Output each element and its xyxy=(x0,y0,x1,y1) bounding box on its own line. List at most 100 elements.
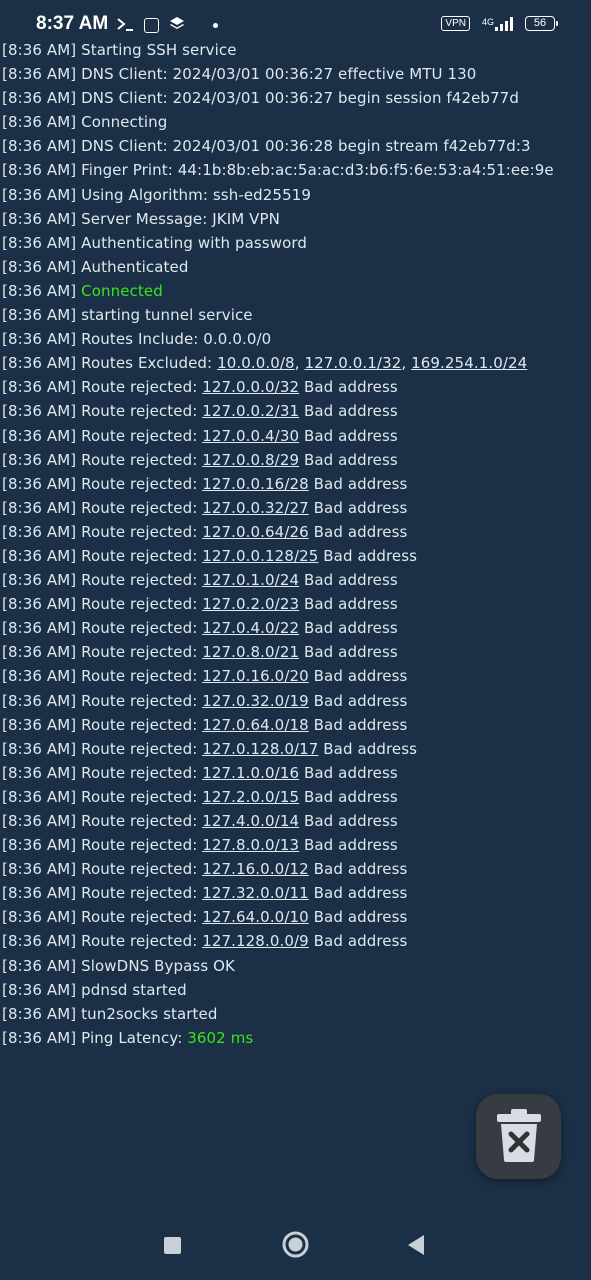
log-message: Route rejected: xyxy=(81,522,203,541)
log-message: Route rejected: xyxy=(81,643,203,662)
status-icons-left xyxy=(116,16,218,35)
log-timestamp: [8:36 AM] xyxy=(2,137,82,156)
log-line: [8:36 AM] Route rejected: 127.32.0.0/11 … xyxy=(2,881,591,905)
log-status: Bad address xyxy=(308,522,408,541)
log-line: [8:36 AM] DNS Client: 2024/03/01 00:36:2… xyxy=(2,86,591,110)
log-message: Route rejected: xyxy=(81,884,203,903)
log-message: DNS Client: 2024/03/01 00:36:27 effectiv… xyxy=(81,65,477,84)
log-status: Bad address xyxy=(308,474,408,493)
log-line: [8:36 AM] pdnsd started xyxy=(2,978,591,1002)
app-notification-icon xyxy=(144,18,159,33)
route-address: 127.0.0.0/32 xyxy=(202,378,300,397)
log-line: [8:36 AM] Authenticated xyxy=(2,255,591,279)
recents-square-icon[interactable] xyxy=(163,1236,182,1259)
log-status: Bad address xyxy=(299,643,398,662)
log-line: [8:36 AM] Authenticating with password xyxy=(2,231,591,255)
log-line: [8:36 AM] SlowDNS Bypass OK xyxy=(2,954,591,978)
log-message: Route rejected: xyxy=(81,860,203,879)
log-timestamp: [8:36 AM] xyxy=(2,378,82,397)
log-timestamp: [8:36 AM] xyxy=(2,836,82,855)
route-address: 169.254.1.0/24 xyxy=(411,354,528,373)
log-timestamp: [8:36 AM] xyxy=(2,715,82,734)
log-status: Bad address xyxy=(318,546,418,565)
log-message: Route rejected: xyxy=(81,715,203,734)
log-line: [8:36 AM] Route rejected: 127.0.32.0/19 … xyxy=(2,689,591,713)
log-timestamp: [8:36 AM] xyxy=(2,185,82,204)
log-message: Route rejected: xyxy=(81,378,203,397)
log-line: [8:36 AM] Finger Print: 44:1b:8b:eb:ac:5… xyxy=(2,158,591,182)
route-address: 127.0.16.0/20 xyxy=(202,667,309,686)
home-circle-icon[interactable] xyxy=(282,1231,309,1262)
log-timestamp: [8:36 AM] xyxy=(2,1028,82,1047)
log-timestamp: [8:36 AM] xyxy=(2,233,82,252)
connection-log: [8:36 AM] Starting SSH service [8:36 AM] … xyxy=(2,38,591,1050)
log-message: Route rejected: xyxy=(81,932,203,951)
log-timestamp: [8:36 AM] xyxy=(2,41,82,59)
log-status: Bad address xyxy=(308,715,408,734)
log-message: Finger Print: 44:1b:8b:eb:ac:5a:ac:d3:b6… xyxy=(81,161,554,180)
log-line: [8:36 AM] Route rejected: 127.0.16.0/20 … xyxy=(2,664,591,688)
log-timestamp: [8:36 AM] xyxy=(2,498,82,517)
log-message: Authenticating with password xyxy=(81,233,307,252)
log-status: Bad address xyxy=(299,836,398,855)
route-address: 127.0.0.1/32 xyxy=(304,354,402,373)
log-status: Bad address xyxy=(308,908,408,927)
log-timestamp: [8:36 AM] xyxy=(2,691,82,710)
network-type: 4G xyxy=(481,16,494,27)
log-timestamp: [8:36 AM] xyxy=(2,956,82,975)
log-line: [8:36 AM] starting tunnel service xyxy=(2,303,591,327)
route-address: 127.0.0.64/26 xyxy=(202,522,309,541)
log-highlight: 3602 ms xyxy=(187,1028,254,1047)
log-status: Bad address xyxy=(299,450,398,469)
log-timestamp: [8:36 AM] xyxy=(2,113,82,132)
log-status: Bad address xyxy=(299,763,398,782)
route-address: 127.128.0.0/9 xyxy=(202,932,309,951)
route-address: 127.0.0.128/25 xyxy=(202,546,319,565)
log-message: Route rejected: xyxy=(81,667,203,686)
log-timestamp: [8:36 AM] xyxy=(2,306,82,325)
log-line: [8:36 AM] Route rejected: 127.0.0.4/30 B… xyxy=(2,424,591,448)
log-message: Route rejected: xyxy=(81,908,203,927)
log-timestamp: [8:36 AM] xyxy=(2,65,82,84)
log-line: [8:36 AM] Route rejected: 127.0.2.0/23 B… xyxy=(2,592,591,616)
log-message: Using Algorithm: ssh-ed25519 xyxy=(81,185,311,204)
clear-log-button[interactable] xyxy=(476,1094,561,1179)
log-line: [8:36 AM] Route rejected: 127.0.1.0/24 B… xyxy=(2,568,591,592)
log-status: Bad address xyxy=(308,932,408,951)
route-address: 127.0.0.8/29 xyxy=(202,450,300,469)
log-timestamp: [8:36 AM] xyxy=(2,281,82,300)
log-status: Bad address xyxy=(299,595,398,614)
log-line: [8:36 AM] Route rejected: 127.0.4.0/22 B… xyxy=(2,616,591,640)
log-message: Starting SSH service xyxy=(81,41,237,59)
log-message: Route rejected: xyxy=(81,787,203,806)
log-timestamp: [8:36 AM] xyxy=(2,667,82,686)
log-timestamp: [8:36 AM] xyxy=(2,330,82,349)
log-message: tun2socks started xyxy=(81,1004,218,1023)
log-status: Bad address xyxy=(308,860,408,879)
log-status: Bad address xyxy=(318,739,418,758)
vpn-badge: VPN xyxy=(441,16,470,31)
log-timestamp: [8:36 AM] xyxy=(2,619,82,638)
log-line: [8:36 AM] Route rejected: 127.128.0.0/9 … xyxy=(2,929,591,953)
log-line: [8:36 AM] Route rejected: 127.0.64.0/18 … xyxy=(2,713,591,737)
log-message: Route rejected: xyxy=(81,571,203,590)
back-triangle-icon[interactable] xyxy=(406,1234,426,1260)
log-timestamp: [8:36 AM] xyxy=(2,474,82,493)
log-message: Route rejected: xyxy=(81,546,203,565)
log-message: starting tunnel service xyxy=(81,306,253,325)
route-address: 127.32.0.0/11 xyxy=(202,884,309,903)
log-line: [8:36 AM] Route rejected: 127.2.0.0/15 B… xyxy=(2,785,591,809)
log-message: Route rejected: xyxy=(81,812,203,830)
log-line: [8:36 AM] Ping Latency: 3602 ms xyxy=(2,1026,591,1050)
route-address: 127.16.0.0/12 xyxy=(202,860,309,879)
log-timestamp: [8:36 AM] xyxy=(2,643,82,662)
route-address: 127.0.0.32/27 xyxy=(202,498,309,517)
log-status: Bad address xyxy=(308,498,408,517)
log-message: Route rejected: xyxy=(81,595,203,614)
battery-icon: 56 xyxy=(525,16,558,31)
log-status: Bad address xyxy=(299,402,398,421)
log-highlight: Connected xyxy=(81,281,163,300)
log-timestamp: [8:36 AM] xyxy=(2,595,82,614)
route-address: 127.0.0.2/31 xyxy=(202,402,300,421)
log-message: Route rejected: xyxy=(81,450,203,469)
